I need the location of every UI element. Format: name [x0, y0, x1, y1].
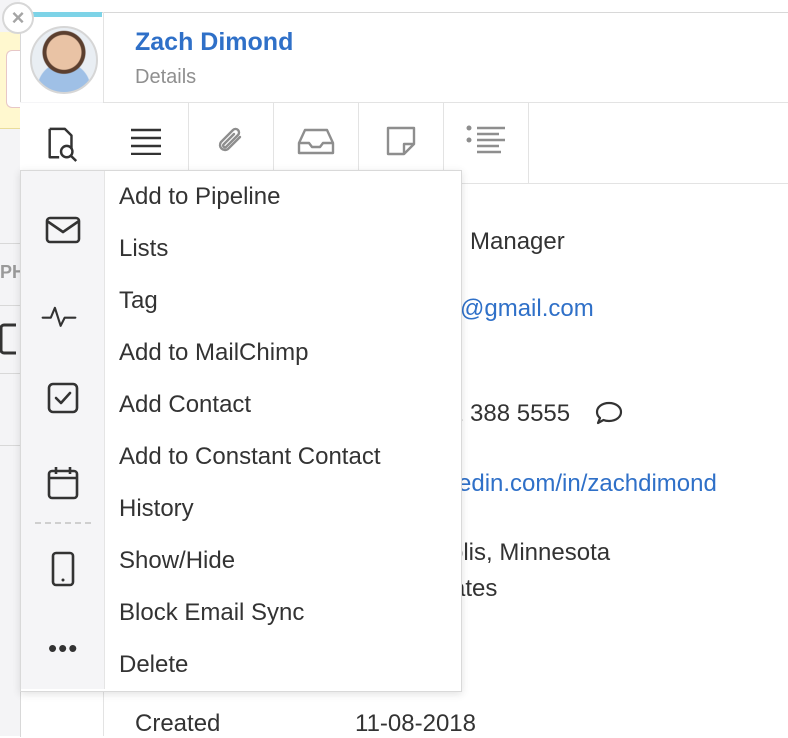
- background-divider: [0, 373, 20, 374]
- page-subtitle: Details: [135, 66, 197, 88]
- paperclip-icon: [214, 124, 248, 163]
- chat-bubble-icon[interactable]: [594, 400, 624, 433]
- more-options-button[interactable]: •••: [48, 633, 78, 664]
- menu-item-add-to-mailchimp[interactable]: Add to MailChimp: [119, 339, 308, 367]
- contact-email[interactable]: @gmail.com: [460, 295, 594, 323]
- calendar-icon[interactable]: [45, 465, 81, 501]
- created-value: 11-08-2018: [355, 710, 476, 737]
- panel-accent-bar: [30, 12, 102, 17]
- menu-item-lists[interactable]: Lists: [119, 235, 168, 263]
- contact-title: g Manager: [450, 228, 565, 255]
- menu-lines-icon: [130, 127, 162, 160]
- checkbox-icon[interactable]: [45, 380, 81, 416]
- document-search-icon[interactable]: [44, 126, 80, 162]
- list-bullets-icon: [465, 124, 507, 163]
- menu-item-block-email-sync[interactable]: Block Email Sync: [119, 599, 304, 627]
- actions-dropdown-menu: ••• Add to Pipeline Lists Tag Add to Mai…: [20, 170, 462, 692]
- contact-linkedin[interactable]: edin.com/in/zachdimond: [458, 470, 717, 498]
- menu-item-add-to-constant-contact[interactable]: Add to Constant Contact: [119, 443, 381, 471]
- contact-location-line1: olis, Minnesota: [450, 539, 611, 566]
- background-divider: [0, 305, 20, 306]
- menu-item-delete[interactable]: Delete: [119, 651, 188, 679]
- avatar[interactable]: [30, 26, 98, 94]
- background-divider: [0, 243, 20, 244]
- header-divider: [103, 12, 104, 102]
- inbox-icon: [297, 127, 335, 160]
- mail-icon[interactable]: [45, 212, 81, 248]
- mobile-icon[interactable]: [45, 551, 81, 587]
- contact-phone[interactable]: 2 388 5555: [450, 400, 570, 428]
- menu-item-add-to-pipeline[interactable]: Add to Pipeline: [119, 183, 280, 211]
- close-icon: ×: [11, 5, 25, 30]
- sidebar-under-menu: [21, 171, 105, 689]
- background-phone-icon: [0, 323, 21, 355]
- menu-item-add-contact[interactable]: Add Contact: [119, 391, 251, 419]
- contact-name[interactable]: Zach Dimond: [135, 28, 293, 57]
- menu-item-tag[interactable]: Tag: [119, 287, 158, 315]
- menu-item-history[interactable]: History: [119, 495, 194, 523]
- note-icon: [385, 125, 417, 162]
- created-label: Created: [135, 710, 221, 737]
- panel-left-border: [103, 690, 104, 736]
- sidebar-divider: [35, 522, 91, 524]
- menu-item-show-hide[interactable]: Show/Hide: [119, 547, 235, 575]
- close-button[interactable]: ×: [2, 2, 34, 34]
- activity-icon[interactable]: [41, 298, 77, 334]
- background-divider: [0, 445, 20, 446]
